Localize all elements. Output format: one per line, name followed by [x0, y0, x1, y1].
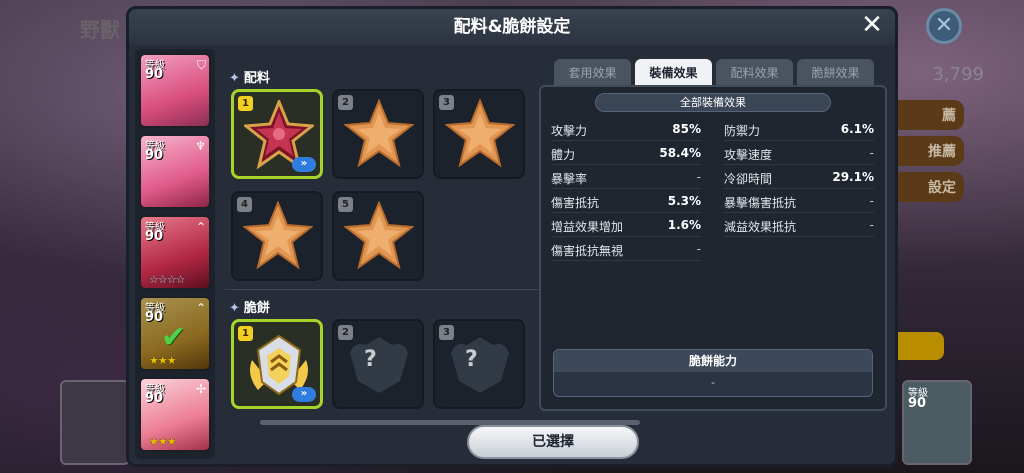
topping-slot-3[interactable]: 3 [433, 89, 525, 179]
upgrade-icon[interactable]: » [292, 157, 316, 172]
tart-ability-title: 脆餅能力 [554, 350, 872, 372]
stat-row: 冷卻時間 29.1% [724, 167, 874, 189]
cookie-stars: ★★★ [149, 435, 177, 448]
stat-row: 暴擊傷害抵抗 - [724, 191, 874, 213]
check-icon: ✔ [161, 320, 187, 355]
background-title: 野獸 [80, 18, 120, 42]
stat-name: 傷害抵抗 [551, 196, 600, 210]
locked-tart-silhouette-icon [350, 337, 408, 393]
cookie-level-value: 90 [145, 229, 164, 244]
background-cookie-card [60, 380, 130, 465]
cookie-card[interactable]: 等級 90 ⛉ [139, 53, 211, 128]
cookie-stars: ★★★ [149, 354, 177, 367]
sparkle-icon: ✦ [229, 301, 240, 316]
topping-slot-4[interactable]: 4 [231, 191, 323, 281]
stat-row: 傷害抵抗無視 - [551, 239, 701, 261]
cookie-card[interactable]: 等級 90 ✢ ★★★ [139, 377, 211, 452]
cookie-level-value: 90 [145, 67, 164, 82]
upgrade-icon[interactable]: » [292, 387, 316, 402]
stat-name: 攻擊力 [551, 124, 588, 138]
topping-tart-settings-modal: 配料&脆餅設定 ✕ 等級 90 ⛉ 等級 90 ♆ 等級 90 ⌃ ☆☆☆☆ 等… [126, 6, 898, 467]
stat-value: - [696, 170, 701, 184]
cookie-card-selected[interactable]: 等級 90 ⌃ ✔ ★★★ [139, 296, 211, 371]
tab-applied-effects[interactable]: 套用效果 [554, 59, 631, 87]
stat-name: 攻擊速度 [724, 148, 773, 162]
stat-value: 58.4% [659, 146, 701, 160]
unknown-icon: ? [364, 347, 377, 372]
effects-panel-title: 全部裝備效果 [595, 93, 831, 112]
stat-row: 減益效果抵抗 - [724, 215, 874, 237]
background-close-icon: ✕ [926, 8, 962, 44]
stat-row: 攻擊力 85% [551, 119, 701, 141]
sparkle-icon: ✦ [229, 71, 240, 86]
tart-slot-2[interactable]: 2 ? [332, 319, 424, 409]
stat-row: 暴擊率 - [551, 167, 701, 189]
stat-name: 冷卻時間 [724, 172, 773, 186]
cookie-stars: ☆☆☆☆ [149, 273, 185, 286]
tab-tart-effects[interactable]: 脆餅效果 [797, 59, 874, 87]
stat-value: 5.3% [667, 194, 701, 208]
toppings-label: 配料 [243, 71, 270, 86]
cookie-card[interactable]: 等級 90 ⌃ ☆☆☆☆ [139, 215, 211, 290]
stat-row: 防禦力 6.1% [724, 119, 874, 141]
stat-name: 傷害抵抗無視 [551, 244, 624, 258]
stat-value: - [696, 242, 701, 256]
topping-slot-2[interactable]: 2 [332, 89, 424, 179]
background-currency: 3,799 [932, 64, 984, 85]
topping-slot-5[interactable]: 5 [332, 191, 424, 281]
background-level-value: 90 [908, 396, 927, 411]
stat-name: 暴擊率 [551, 172, 588, 186]
stat-name: 增益效果增加 [551, 220, 624, 234]
empty-topping-star-icon [344, 99, 414, 168]
stat-row: 體力 58.4% [551, 143, 701, 165]
stat-value: 85% [672, 122, 701, 136]
effects-panel: 全部裝備效果 攻擊力 85% 體力 58.4% 暴擊率 - 傷害抵抗 5.3% … [539, 85, 887, 411]
empty-topping-star-icon [445, 99, 515, 168]
tarts-section-title: ✦ 脆餅 [229, 297, 270, 316]
cookie-level-value: 90 [145, 391, 164, 406]
close-icon[interactable]: ✕ [859, 12, 885, 39]
selected-button[interactable]: 已選擇 [467, 425, 639, 459]
cookie-level-value: 90 [145, 148, 164, 163]
tab-topping-effects[interactable]: 配料效果 [716, 59, 793, 87]
chevron-up-icon: ⌃ [195, 220, 206, 234]
stat-name: 減益效果抵抗 [724, 220, 797, 234]
shield-icon: ⛉ [196, 58, 206, 72]
tarts-label: 脆餅 [243, 301, 270, 316]
stat-row: 增益效果增加 1.6% [551, 215, 701, 237]
toppings-section-title: ✦ 配料 [229, 67, 270, 86]
tart-ability-box: 脆餅能力 - [553, 349, 873, 397]
stat-value: 29.1% [832, 170, 874, 184]
tab-equipment-effects[interactable]: 裝備效果 [635, 59, 712, 87]
empty-topping-star-icon [344, 201, 414, 270]
stat-value: - [869, 146, 874, 160]
topping-slot-1[interactable]: 1 » [231, 89, 323, 179]
stat-row: 傷害抵抗 5.3% [551, 191, 701, 213]
locked-tart-silhouette-icon [451, 337, 509, 393]
background-cookie-card: 等級 90 [902, 380, 972, 465]
stat-name: 防禦力 [724, 124, 761, 138]
scroll-indicator[interactable] [260, 420, 640, 425]
stat-value: - [869, 218, 874, 232]
stat-row: 攻擊速度 - [724, 143, 874, 165]
stat-name: 暴擊傷害抵抗 [724, 196, 797, 210]
stat-value: 6.1% [840, 122, 874, 136]
sword-icon: ✢ [195, 382, 206, 396]
tart-slot-3[interactable]: 3 ? [433, 319, 525, 409]
tart-ability-value: - [711, 376, 715, 389]
tart-slot-1[interactable]: 1 » [231, 319, 323, 409]
empty-topping-star-icon [243, 201, 313, 270]
unknown-icon: ? [465, 347, 478, 372]
cookie-list: 等級 90 ⛉ 等級 90 ♆ 等級 90 ⌃ ☆☆☆☆ 等級 90 ⌃ ✔ ★… [135, 49, 215, 459]
fist-icon: ♆ [195, 139, 206, 153]
stat-name: 體力 [551, 148, 576, 162]
stat-value: 1.6% [667, 218, 701, 232]
modal-body: 等級 90 ⛉ 等級 90 ♆ 等級 90 ⌃ ☆☆☆☆ 等級 90 ⌃ ✔ ★… [129, 45, 895, 464]
modal-header: 配料&脆餅設定 ✕ [129, 9, 895, 45]
cookie-card[interactable]: 等級 90 ♆ [139, 134, 211, 209]
chevron-up-icon: ⌃ [195, 301, 206, 315]
modal-title: 配料&脆餅設定 [453, 17, 571, 37]
stat-value: - [869, 194, 874, 208]
